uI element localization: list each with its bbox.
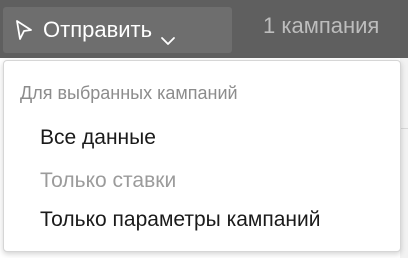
- send-dropdown-menu: Для выбранных кампаний Все данные Только…: [3, 60, 401, 252]
- toolbar: Отправить 1 кампания: [0, 0, 408, 58]
- send-button[interactable]: Отправить: [3, 7, 232, 53]
- backdrop-divider: [400, 128, 408, 129]
- menu-item-bids-only: Только ставки: [40, 169, 177, 192]
- backdrop-panel: [400, 58, 408, 258]
- selected-campaign-count: 1 кампания: [263, 13, 380, 38]
- menu-item-all-data[interactable]: Все данные: [40, 126, 156, 150]
- chevron-down-icon: [160, 26, 176, 45]
- menu-item-campaign-params-only[interactable]: Только параметры кампаний: [40, 208, 320, 232]
- dropdown-header: Для выбранных кампаний: [20, 83, 238, 103]
- send-button-label: Отправить: [43, 17, 153, 42]
- send-arrow-icon: [15, 20, 33, 40]
